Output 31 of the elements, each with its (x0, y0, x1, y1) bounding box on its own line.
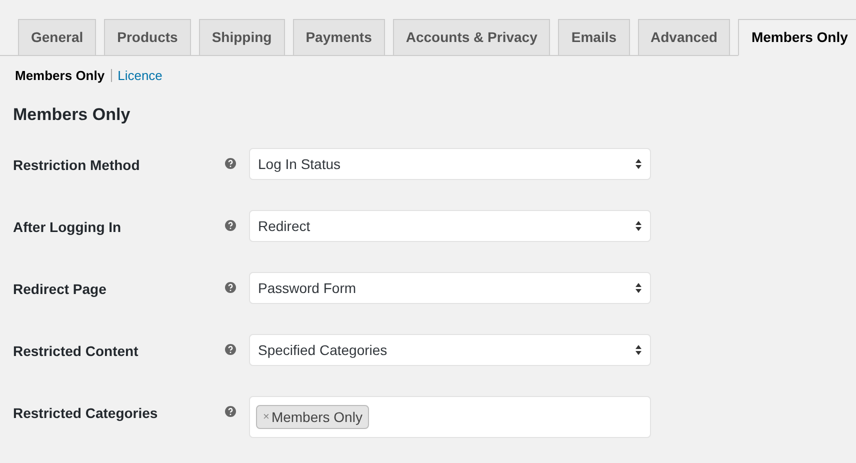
subnav-link[interactable]: Members Only (15, 66, 105, 86)
tab[interactable]: General (18, 19, 96, 55)
select-field[interactable]: Password Form (249, 272, 651, 304)
help-icon (225, 282, 236, 293)
tab[interactable]: Accounts & Privacy (392, 19, 550, 55)
tab[interactable]: Members Only (738, 19, 856, 56)
field-label: Restricted Categories (12, 404, 159, 423)
field-label: Restricted Content (12, 342, 140, 361)
field-label: Redirect Page (12, 280, 108, 299)
tag-chip: ×Members Only (256, 405, 370, 429)
select-field[interactable]: Redirect (249, 210, 651, 242)
help-icon (225, 158, 236, 169)
tab[interactable]: Advanced (638, 19, 730, 55)
tab[interactable]: Emails (558, 19, 630, 55)
tab[interactable]: Shipping (198, 19, 285, 55)
tab[interactable]: Payments (292, 19, 385, 55)
subnav-link[interactable]: Licence (118, 66, 162, 86)
updown-icon (635, 158, 642, 170)
field-label: Restriction Method (12, 156, 141, 175)
updown-icon (635, 344, 642, 356)
tag-field[interactable]: ×Members Only (249, 396, 651, 438)
select-field[interactable]: Log In Status (249, 148, 651, 180)
tab[interactable]: Products (104, 19, 191, 55)
help-icon (225, 220, 236, 231)
help-icon (225, 344, 236, 355)
section-heading: Members Only (12, 104, 132, 126)
help-icon (225, 406, 236, 417)
select-field[interactable]: Specified Categories (249, 334, 651, 366)
updown-icon (635, 282, 642, 294)
updown-icon (635, 220, 642, 232)
field-label: After Logging In (12, 218, 122, 237)
